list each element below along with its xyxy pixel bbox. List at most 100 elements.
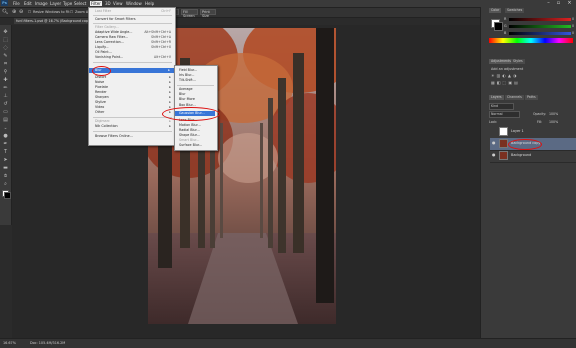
zoom-tool-icon[interactable]: ⌕ [2,181,9,187]
blue-slider[interactable] [509,32,571,35]
move-tool-icon[interactable]: ✥ [2,29,9,35]
red-value[interactable]: 0 [572,17,574,21]
healing-tool-icon[interactable]: ✚ [2,77,9,83]
adjustment-icons[interactable]: ☀▥◐▲◑ [491,73,537,78]
zoom-all-checkbox[interactable]: ☐ [70,10,73,14]
menu-filter[interactable]: Filter [90,1,102,6]
gradient-tool-icon[interactable]: ▤ [2,117,9,123]
menu-browse-filters-online[interactable]: Browse Filters Online... [95,134,133,138]
menu-lens-correction[interactable]: Lens Correction... [95,40,124,44]
menu-camera-raw-filter[interactable]: Camera Raw Filter... [95,35,128,39]
quick-select-tool-icon[interactable]: ✎ [2,53,9,59]
submenu-average[interactable]: Average [179,87,193,91]
menu-layer[interactable]: Layer [50,1,61,6]
background-color-chip[interactable] [494,22,503,31]
menu-view[interactable]: View [113,1,123,6]
visibility-eye-icon[interactable] [492,129,496,133]
blue-value[interactable]: 0 [572,31,574,35]
crop-tool-icon[interactable]: ⌗ [2,61,9,67]
history-brush-tool-icon[interactable]: ↺ [2,101,9,107]
menu-video[interactable]: Video [95,105,104,109]
submenu-field-blur[interactable]: Field Blur... [179,68,197,72]
tab-swatches[interactable]: Swatches [505,8,525,13]
submenu-shape-blur[interactable]: Shape Blur... [179,133,200,137]
brush-tool-icon[interactable]: ✏ [2,85,9,91]
menu-type[interactable]: Type [63,1,72,6]
kind-filter-dropdown[interactable]: Kind [489,103,514,110]
marquee-tool-icon[interactable]: ⬚ [2,37,9,43]
tab-layers[interactable]: Layers [489,95,504,100]
menu-file[interactable]: File [13,1,20,6]
fill-screen-button[interactable]: Fill Screen [181,9,198,18]
menu-3d[interactable]: 3D [105,1,111,6]
menu-adaptive-wide-angle[interactable]: Adaptive Wide Angle... [95,30,132,34]
color-ramp[interactable] [489,38,573,43]
layer-name[interactable]: Background [511,153,531,157]
resize-windows-checkbox[interactable]: ☐ [28,10,31,14]
type-tool-icon[interactable]: T [2,149,9,155]
opacity-value[interactable]: 100% [549,112,558,116]
fill-label: Fill: [537,120,543,124]
red-slider[interactable] [509,18,571,21]
visibility-eye-icon[interactable]: ● [492,141,496,145]
menu-window[interactable]: Window [126,1,142,6]
menu-edit[interactable]: Edit [24,1,32,6]
submenu-arrow-icon: ▸ [169,119,171,123]
menu-image[interactable]: Image [35,1,48,6]
menu-pixelate[interactable]: Pixelate [95,85,108,89]
menu-noise[interactable]: Noise [95,80,104,84]
menu-nik-collection[interactable]: Nik Collection [95,124,118,128]
maximize-button[interactable]: ▫ [555,0,562,6]
menu-other[interactable]: Other [95,110,104,114]
tab-channels[interactable]: Channels [505,95,524,100]
background-color-swatch[interactable] [4,192,11,199]
layer-name[interactable]: Layer 1 [511,129,524,133]
green-value[interactable]: 0 [572,24,574,28]
menu-liquify[interactable]: Liquify... [95,45,109,49]
layer-row-background[interactable]: ● Background [490,150,576,163]
submenu-motion-blur[interactable]: Motion Blur... [179,123,201,127]
submenu-radial-blur[interactable]: Radial Blur... [179,128,200,132]
pen-tool-icon[interactable]: ✒ [2,141,9,147]
submenu-blur-more[interactable]: Blur More [179,97,195,101]
menu-render[interactable]: Render [95,90,107,94]
minimize-button[interactable]: – [545,0,552,6]
eraser-tool-icon[interactable]: ▭ [2,109,9,115]
shape-tool-icon[interactable]: ▬ [2,165,9,171]
submenu-blur[interactable]: Blur [179,92,186,96]
green-slider[interactable] [509,25,571,28]
submenu-surface-blur[interactable]: Surface Blur... [179,143,202,147]
zoom-level[interactable]: 16.67% [3,341,16,345]
clone-stamp-tool-icon[interactable]: ⊥ [2,93,9,99]
tab-paths[interactable]: Paths [525,95,538,100]
eyedropper-tool-icon[interactable]: ⚲ [2,69,9,75]
blur-tool-icon[interactable]: 💧︎ [2,125,9,131]
submenu-arrow-icon: ▸ [168,68,170,72]
menu-stylize[interactable]: Stylize [95,100,106,104]
adjustment-icons-row2[interactable]: ▦◧⬚▣▤ [491,80,537,85]
submenu-iris-blur[interactable]: Iris Blur... [179,73,194,77]
zoom-in-icon[interactable]: ⊕ [12,9,16,15]
print-size-button[interactable]: Print Size [200,9,216,18]
lasso-tool-icon[interactable]: ◌ [2,45,9,51]
hand-tool-icon[interactable]: ✋︎ [2,173,9,179]
tab-adjustments[interactable]: Adjustments [489,59,513,64]
submenu-tilt-shift[interactable]: Tilt-Shift... [179,78,196,82]
path-select-tool-icon[interactable]: ➤ [2,157,9,163]
shortcut-vanishing-point: Alt+Ctrl+V [154,55,171,59]
menu-help[interactable]: Help [145,1,154,6]
menu-select[interactable]: Select [74,1,86,6]
visibility-eye-icon[interactable]: ● [492,153,496,157]
menu-convert-smart-filters[interactable]: Convert for Smart Filters [95,17,136,21]
blue-label: B [504,31,507,35]
close-button[interactable]: × [566,0,573,6]
fill-value[interactable]: 100% [549,120,558,124]
dodge-tool-icon[interactable]: ● [2,133,9,139]
menu-oil-paint[interactable]: Oil Paint... [95,50,112,54]
tab-color[interactable]: Color [489,8,502,13]
zoom-out-icon[interactable]: ⊖ [19,9,23,15]
blend-mode-dropdown[interactable]: Normal [489,111,520,118]
menu-sharpen[interactable]: Sharpen [95,95,109,99]
tab-styles[interactable]: Styles [511,59,525,64]
menu-vanishing-point[interactable]: Vanishing Point... [95,55,123,59]
